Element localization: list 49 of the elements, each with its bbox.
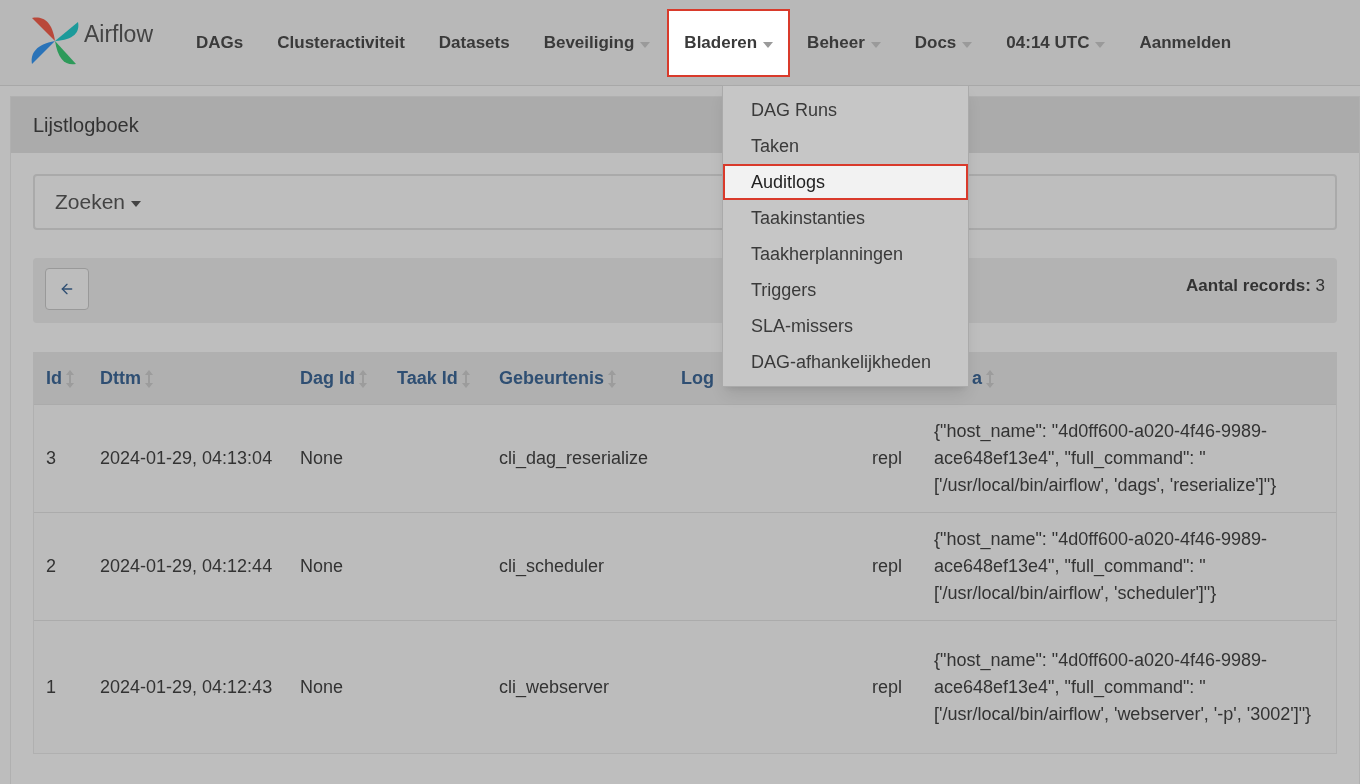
menu-item[interactable]: Auditlogs <box>723 164 968 200</box>
nav-item[interactable]: Beheer <box>790 8 898 77</box>
menu-item[interactable]: Taakinstanties <box>723 200 968 236</box>
table-cell: {"host_name": "4d0ff600-a020-4f46-9989-ace648ef13e4", "full_command": "['/usr/local/bin/airflow', 'dags', 'reserialize']"} <box>934 421 1277 495</box>
brand-name: Airflow <box>84 20 153 50</box>
column-header[interactable]: a <box>972 365 994 392</box>
menu-item[interactable]: DAG Runs <box>723 92 968 128</box>
column-header[interactable]: Taak Id <box>397 365 470 392</box>
nav-item[interactable]: Datasets <box>421 8 527 77</box>
table-cell: None <box>300 676 344 697</box>
table-cell: repl <box>872 676 902 697</box>
table-cell: repl <box>872 448 902 468</box>
nav-item[interactable]: 04:14 UTC <box>989 8 1123 77</box>
table-cell: 3 <box>46 448 56 468</box>
table-cell: 2024-01-29, 04:13:04 <box>100 448 273 468</box>
table-cell: 1 <box>46 676 56 697</box>
nav-item[interactable]: Bladeren <box>667 8 791 77</box>
column-header[interactable]: Id <box>46 365 74 392</box>
menu-item[interactable]: SLA-missers <box>723 308 968 344</box>
table-cell: {"host_name": "4d0ff600-a020-4f46-9989-ace648ef13e4", "full_command": "['/usr/local/bin/airflow', 'webserver', '-p', '3002']"} <box>934 649 1312 724</box>
table-cell: 2024-01-29, 04:12:43 <box>100 676 273 697</box>
table-cell: {"host_name": "4d0ff600-a020-4f46-9989-ace648ef13e4", "full_command": "['/usr/local/bin/airflow', 'scheduler']"} <box>934 529 1268 603</box>
table-cell: repl <box>872 556 902 576</box>
table-cell: cli_scheduler <box>499 556 605 576</box>
nav-item[interactable]: Docs <box>897 8 990 77</box>
record-count: Aantal records: 3 <box>1186 274 1325 297</box>
menu-item[interactable]: Triggers <box>723 272 968 308</box>
column-header[interactable]: Log <box>681 365 714 392</box>
nav-item[interactable]: Beveiliging <box>526 8 668 77</box>
caret-icon <box>131 201 142 207</box>
table-cell: cli_dag_reserialize <box>499 448 649 468</box>
menu-item[interactable]: Taken <box>723 128 968 164</box>
back-button[interactable] <box>45 267 89 310</box>
column-header[interactable]: Gebeurtenis <box>499 365 617 392</box>
table-cell: 2024-01-29, 04:12:44 <box>100 556 273 576</box>
menu-item[interactable]: Taakherplanningen <box>723 236 968 272</box>
search-dropdown-button[interactable]: Zoeken <box>55 186 142 218</box>
table-cell: None <box>300 556 344 576</box>
pinwheel-logo-icon <box>30 15 80 66</box>
nav-item[interactable]: Aanmelden <box>1122 8 1249 77</box>
nav-item[interactable]: DAGs <box>179 8 261 77</box>
table-cell: None <box>300 448 344 468</box>
panel-title: Lijstlogboek <box>33 113 139 138</box>
nav-item[interactable]: Clusteractiviteit <box>260 8 422 77</box>
table-cell: cli_webserver <box>499 676 610 697</box>
menu-item[interactable]: DAG-afhankelijkheden <box>723 344 968 380</box>
table-cell: 2 <box>46 556 56 576</box>
column-header[interactable]: Dttm <box>100 365 153 392</box>
column-header[interactable]: Dag Id <box>300 365 367 392</box>
